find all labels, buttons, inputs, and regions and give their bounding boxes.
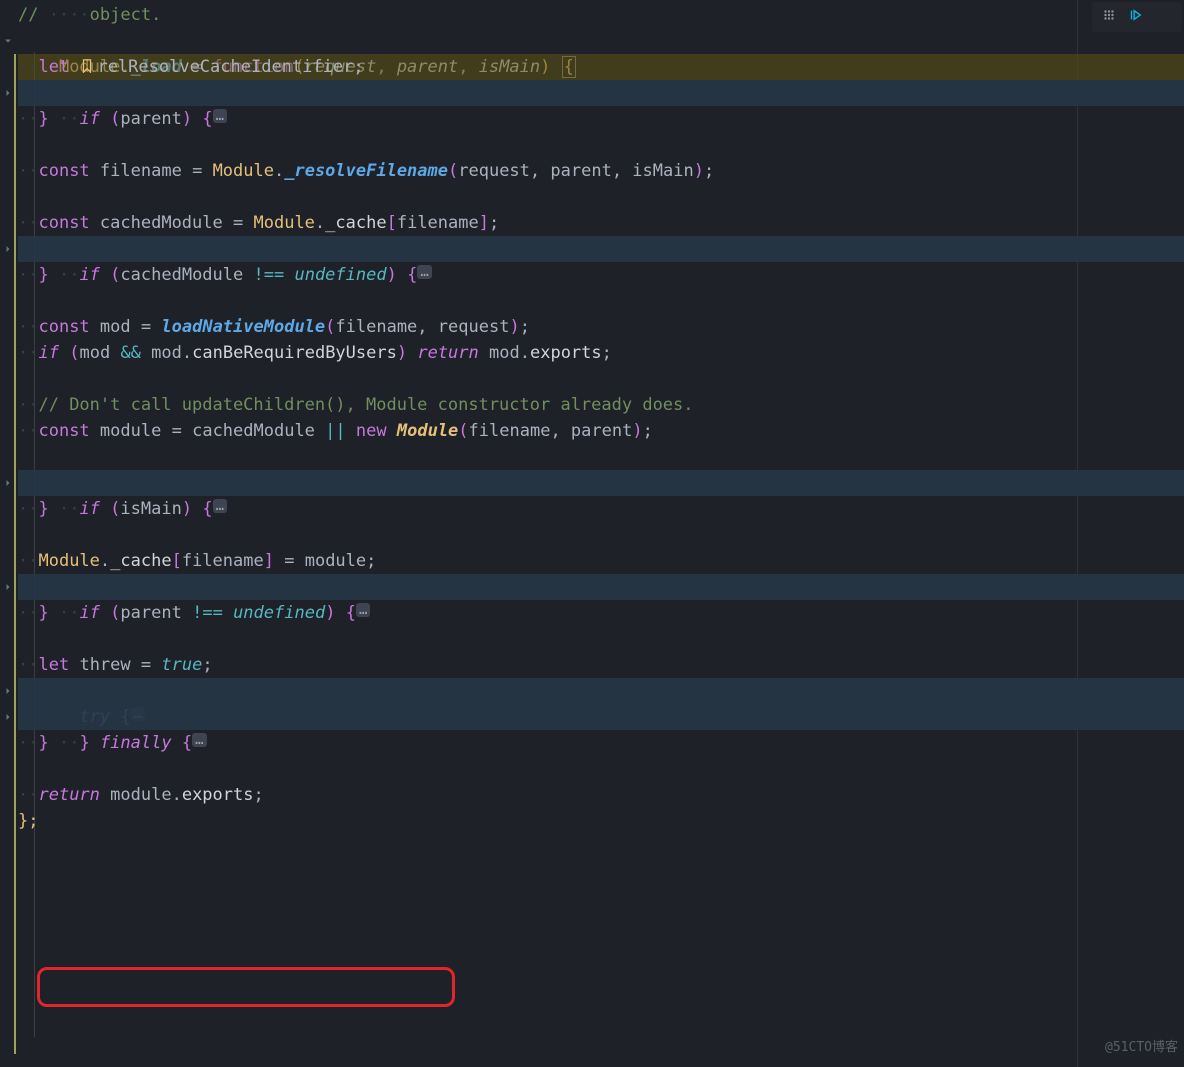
code-line[interactable]: ··if (mod && mod.canBeRequiredByUsers) r… [18, 340, 1184, 366]
code-line[interactable]: ··if (parent !== undefined) {… [18, 574, 1184, 600]
chevron-right-icon[interactable] [0, 704, 16, 730]
code-line[interactable]: ··if (isMain) {… [18, 470, 1184, 496]
code-line[interactable]: ··return module.exports; [18, 782, 1184, 808]
whitespace-dots: ···· [49, 5, 90, 25]
blank-line[interactable] [18, 756, 1184, 782]
code-line[interactable]: ··const filename = Module._resolveFilena… [18, 158, 1184, 184]
code-line[interactable]: ··} finally {… [18, 704, 1184, 730]
chevron-right-icon[interactable] [0, 80, 16, 106]
code-line[interactable]: ··} [18, 600, 1184, 626]
code-line[interactable]: ··} [18, 262, 1184, 288]
cursor-bookmark-icon [79, 57, 97, 77]
comment-text: // [18, 5, 49, 25]
annotation-red-box [37, 967, 455, 1007]
code-line[interactable]: ··try {… [18, 678, 1184, 704]
comment-text: object. [90, 5, 162, 25]
chevron-down-icon[interactable] [0, 28, 16, 54]
chevron-right-icon[interactable] [0, 574, 16, 600]
code-line[interactable]: ··const cachedModule = Module._cache[fil… [18, 210, 1184, 236]
watermark-text: @51CTO博客 [1105, 1035, 1178, 1061]
chevron-right-icon[interactable] [0, 236, 16, 262]
blank-line[interactable] [18, 184, 1184, 210]
blank-line[interactable] [18, 626, 1184, 652]
code-line[interactable]: ··let threw = true; [18, 652, 1184, 678]
code-line[interactable]: // ····object. [18, 2, 1184, 28]
code-line[interactable]: ··Module._cache[filename] = module; [18, 548, 1184, 574]
blank-line[interactable] [18, 366, 1184, 392]
code-line[interactable]: }; [18, 808, 1184, 834]
code-line[interactable]: ··const mod = loadNativeModule(filename,… [18, 314, 1184, 340]
code-line[interactable]: ··let relResolveCacheIdentifier; [18, 54, 1184, 80]
code-line[interactable]: ··} [18, 730, 1184, 756]
code-line[interactable]: ··// Don't call updateChildren(), Module… [18, 392, 1184, 418]
token-kw: let [38, 57, 69, 77]
token-var: relResolveCacheIdentifier [97, 57, 353, 77]
code-line[interactable]: ··if (parent) {… [18, 80, 1184, 106]
code-line[interactable]: ··if (cachedModule !== undefined) {… [18, 236, 1184, 262]
chevron-right-icon[interactable] [0, 470, 16, 496]
chevron-right-icon[interactable] [0, 678, 16, 704]
code-line[interactable]: Module._load = function(request, parent,… [18, 28, 1184, 54]
code-line[interactable]: ··} [18, 496, 1184, 522]
blank-line[interactable] [18, 132, 1184, 158]
code-editor[interactable]: // ····object. Module._load = function(r… [0, 0, 1184, 834]
code-line[interactable]: ··} [18, 106, 1184, 132]
code-line[interactable]: ··const module = cachedModule || new Mod… [18, 418, 1184, 444]
blank-line[interactable] [18, 444, 1184, 470]
blank-line[interactable] [18, 522, 1184, 548]
blank-line[interactable] [18, 288, 1184, 314]
